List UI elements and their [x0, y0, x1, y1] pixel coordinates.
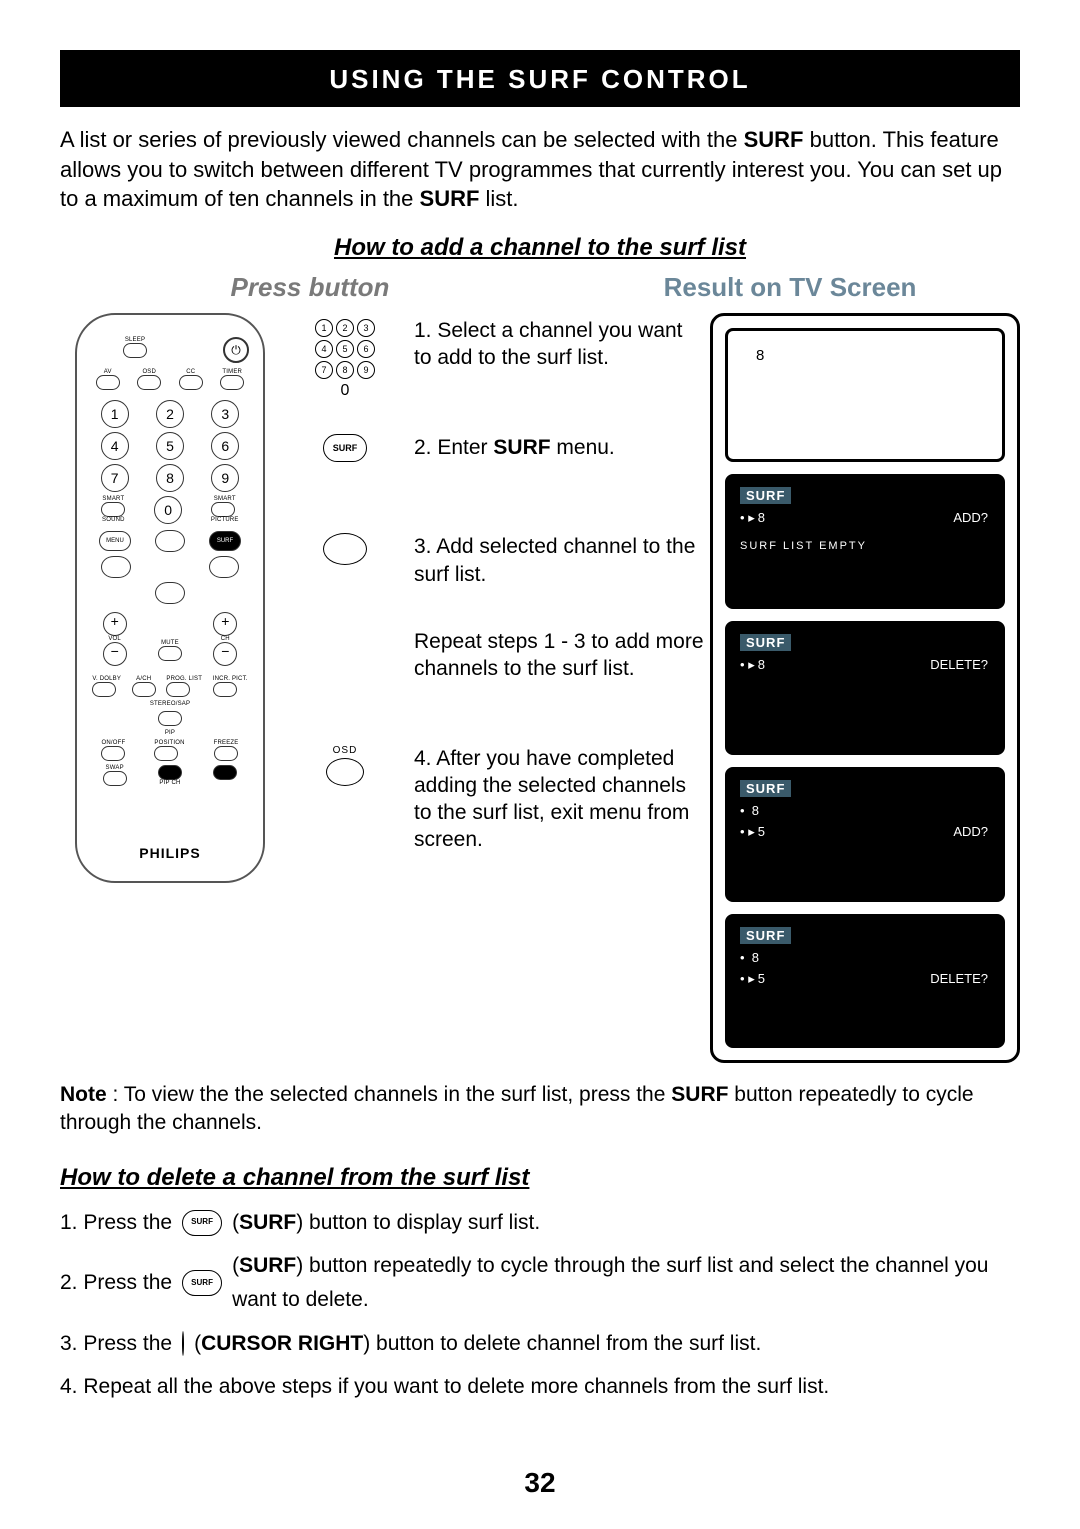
cursor-right-icon [280, 483, 410, 704]
tv-screen-results: 8 SURF • 8ADD? SURF LIST EMPTY SURF • 8D… [710, 313, 1020, 1063]
surf-button-icon: SURF [182, 1210, 222, 1236]
step-3-text: 3. Add selected channel to the surf list… [410, 483, 710, 704]
osd-button-icon: OSD [280, 705, 410, 876]
surf-button-icon: SURF [280, 400, 410, 483]
power-icon: ⏻ [223, 337, 249, 363]
remote-control-illustration: SLEEP ⏻ AV OSD CC TIMER 123 456 789 SMAR… [75, 313, 265, 883]
step-2-text: 2. Enter SURF menu. [410, 400, 710, 483]
surf-button-icon: SURF [182, 1270, 222, 1296]
tv-result-4: SURF • 8 • 5ADD? [725, 767, 1005, 901]
press-button-header: Press button [60, 272, 560, 303]
add-heading: How to add a channel to the surf list [60, 234, 1020, 262]
page-number: 32 [0, 1467, 1080, 1499]
tv-result-3: SURF • 8DELETE? [725, 621, 1005, 755]
page-title: USING THE SURF CONTROL [60, 50, 1020, 107]
result-header: Result on TV Screen [560, 272, 1020, 303]
intro-paragraph: A list or series of previously viewed ch… [60, 125, 1020, 214]
column-headers: Press button Result on TV Screen [60, 272, 1020, 303]
note-paragraph: Note : To view the the selected channels… [60, 1081, 1020, 1138]
keypad-icon: 123 456 789 0 [280, 313, 410, 400]
tv-result-5: SURF • 8 • 5DELETE? [725, 914, 1005, 1048]
philips-logo: PHILIPS [77, 845, 263, 861]
delete-heading: How to delete a channel from the surf li… [60, 1164, 1020, 1192]
step-1-text: 1. Select a channel you want to add to t… [410, 313, 710, 400]
tv-result-1: 8 [725, 328, 1005, 462]
tv-result-2: SURF • 8ADD? SURF LIST EMPTY [725, 474, 1005, 608]
cursor-right-icon [182, 1331, 184, 1356]
delete-steps: 1. Press the SURF (SURF) button to displ… [60, 1206, 1020, 1404]
step-4-text: 4. After you have completed adding the s… [410, 705, 710, 876]
